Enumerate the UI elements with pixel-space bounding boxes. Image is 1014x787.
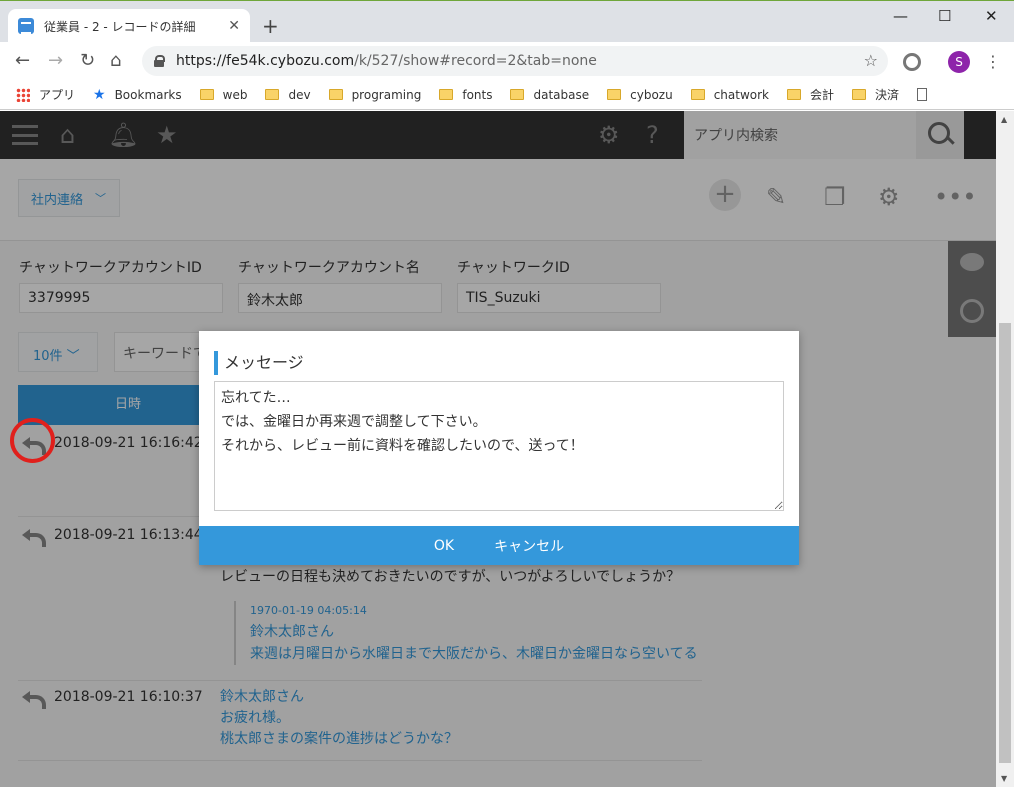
page-icon — [917, 88, 928, 101]
browser-toolbar: ← → ↻ ⌂ https://fe54k.cybozu.com/k/527/s… — [0, 42, 1014, 80]
apps-grid-icon — [16, 87, 30, 102]
bookmark-folder[interactable]: chatwork — [690, 88, 769, 102]
cancel-button[interactable]: キャンセル — [494, 536, 564, 556]
dialog-footer: OK キャンセル — [199, 526, 799, 565]
scroll-thumb[interactable] — [999, 323, 1011, 763]
ok-button[interactable]: OK — [434, 538, 454, 554]
star-icon: ★ — [93, 86, 106, 103]
folder-icon — [852, 89, 867, 100]
message-dialog: メッセージ OK キャンセル — [199, 331, 799, 565]
bookmarks-bar: アプリ ★ Bookmarks web dev programing fonts … — [0, 80, 1014, 110]
message-textarea[interactable] — [214, 381, 784, 511]
kintone-app-icon — [18, 18, 34, 34]
scroll-down-icon[interactable]: ▼ — [1001, 774, 1007, 783]
bookmark-bookmarks[interactable]: ★ Bookmarks — [93, 87, 182, 103]
maximize-button[interactable]: ☐ — [938, 7, 951, 25]
browser-tab[interactable]: 従業員 - 2 - レコードの詳細 ✕ — [8, 9, 250, 43]
forward-button[interactable]: → — [48, 50, 63, 71]
folder-icon — [510, 89, 525, 100]
folder-icon — [265, 89, 280, 100]
bookmark-folder[interactable]: dev — [265, 88, 311, 102]
back-button[interactable]: ← — [15, 50, 30, 71]
bookmark-folder[interactable]: database — [510, 88, 589, 102]
dialog-title: メッセージ — [214, 351, 304, 375]
new-tab-button[interactable]: + — [262, 14, 279, 38]
bookmark-apps[interactable]: アプリ — [16, 86, 75, 103]
chrome-menu-icon[interactable]: ⋮ — [985, 52, 1001, 71]
reload-button[interactable]: ↻ — [80, 50, 95, 71]
bookmark-page[interactable] — [917, 88, 933, 101]
close-tab-icon[interactable]: ✕ — [228, 18, 240, 34]
folder-icon — [439, 89, 454, 100]
bookmark-star-icon[interactable]: ☆ — [864, 51, 878, 70]
page-scrollbar[interactable]: ▲ ▼ — [996, 111, 1014, 787]
folder-icon — [328, 89, 343, 100]
profile-avatar[interactable]: S — [948, 51, 970, 73]
close-window-button[interactable]: ✕ — [985, 7, 998, 25]
browser-tab-strip: 従業員 - 2 - レコードの詳細 ✕ + — ☐ ✕ — [0, 0, 1014, 43]
minimize-button[interactable]: — — [893, 7, 908, 25]
bookmark-folder[interactable]: cybozu — [607, 88, 673, 102]
address-bar[interactable]: https://fe54k.cybozu.com/k/527/show#reco… — [142, 46, 888, 76]
url-host: https://fe54k.cybozu.com — [176, 53, 355, 69]
tab-title: 従業員 - 2 - レコードの詳細 — [44, 19, 196, 34]
highlight-circle — [10, 418, 55, 463]
folder-icon — [607, 89, 622, 100]
url-path: /k/527/show#record=2&tab=none — [354, 53, 597, 69]
bookmark-folder[interactable]: 決済 — [852, 86, 899, 103]
extension-icon[interactable] — [903, 53, 921, 71]
bookmark-folder[interactable]: 会計 — [787, 86, 834, 103]
lock-icon — [154, 55, 165, 67]
folder-icon — [690, 89, 705, 100]
folder-icon — [787, 89, 801, 100]
bookmark-folder[interactable]: programing — [328, 88, 421, 102]
scroll-up-icon[interactable]: ▲ — [1001, 115, 1007, 124]
home-button[interactable]: ⌂ — [110, 50, 121, 71]
bookmark-folder[interactable]: fonts — [439, 88, 492, 102]
folder-icon — [199, 89, 214, 100]
bookmark-folder[interactable]: web — [199, 88, 247, 102]
